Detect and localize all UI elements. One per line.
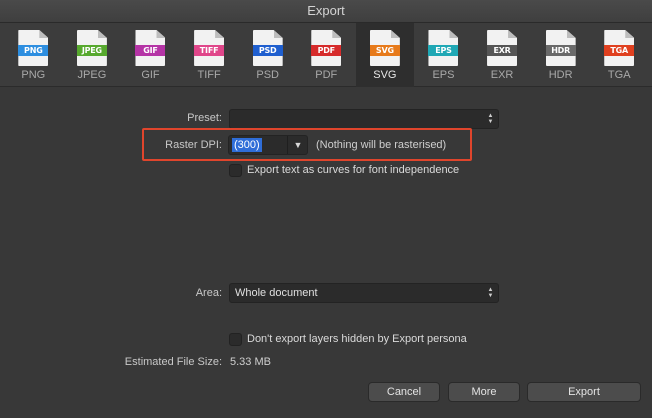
file-png-icon: PNG xyxy=(18,30,49,66)
updown-arrows-icon: ▲ ▼ xyxy=(487,287,494,299)
file-tga-icon: TGA xyxy=(604,30,635,66)
export-dialog: Export PNG PNG JPEG JPEG GIF GIF TIFF TIFF PSD PS… xyxy=(0,0,652,418)
preset-label: Preset: xyxy=(187,112,222,124)
format-tab-label: PSD xyxy=(256,69,279,81)
format-tab-svg[interactable]: SVG SVG xyxy=(355,23,415,87)
format-tab-gif[interactable]: GIF GIF xyxy=(121,23,180,87)
format-badge: TGA xyxy=(604,45,635,56)
file-hdr-icon: HDR xyxy=(545,30,576,66)
cancel-button[interactable]: Cancel xyxy=(368,382,440,402)
hidden-layers-checkbox[interactable] xyxy=(229,333,242,346)
file-gif-icon: GIF xyxy=(135,30,166,66)
file-eps-icon: EPS xyxy=(428,30,459,66)
format-tab-bar: PNG PNG JPEG JPEG GIF GIF TIFF TIFF PSD PSD PDF PDF… xyxy=(0,23,652,87)
file-svg-icon: SVG xyxy=(369,30,400,66)
hidden-layers-checkbox-label[interactable]: Don't export layers hidden by Export per… xyxy=(247,333,467,345)
format-tab-eps[interactable]: EPS EPS xyxy=(414,23,473,87)
format-tab-label: EXR xyxy=(490,69,514,81)
highlight-annotation xyxy=(142,128,472,161)
format-tab-label: PDF xyxy=(315,69,338,81)
area-value: Whole document xyxy=(235,287,318,299)
file-size-label: Estimated File Size: xyxy=(124,356,222,368)
format-tab-label: JPEG xyxy=(77,69,107,81)
format-badge: EXR xyxy=(487,45,518,56)
format-tab-jpeg[interactable]: JPEG JPEG xyxy=(63,23,122,87)
format-tab-tga[interactable]: TGA TGA xyxy=(590,23,649,87)
format-tab-label: HDR xyxy=(548,69,573,81)
window-title: Export xyxy=(0,0,652,23)
format-badge: PNG xyxy=(18,45,49,56)
format-tab-psd[interactable]: PSD PSD xyxy=(238,23,297,87)
format-tab-label: PNG xyxy=(21,69,46,81)
format-badge: GIF xyxy=(135,45,166,56)
format-tab-png[interactable]: PNG PNG xyxy=(4,23,63,87)
format-tab-label: GIF xyxy=(141,69,160,81)
area-label: Area: xyxy=(195,287,222,299)
format-tab-tiff[interactable]: TIFF TIFF xyxy=(180,23,239,87)
format-badge: SVG xyxy=(369,45,400,56)
format-tab-hdr[interactable]: HDR HDR xyxy=(531,23,590,87)
file-jpeg-icon: JPEG xyxy=(76,30,107,66)
file-exr-icon: EXR xyxy=(487,30,518,66)
format-badge: TIFF xyxy=(194,45,225,56)
format-badge: PSD xyxy=(252,45,283,56)
curves-checkbox[interactable] xyxy=(229,164,242,177)
format-tab-label: TIFF xyxy=(197,69,221,81)
format-badge: JPEG xyxy=(76,45,107,56)
curves-checkbox-label[interactable]: Export text as curves for font independe… xyxy=(247,164,459,176)
format-badge: EPS xyxy=(428,45,459,56)
format-tab-label: TGA xyxy=(607,69,631,81)
format-tab-exr[interactable]: EXR EXR xyxy=(473,23,532,87)
format-tab-label: SVG xyxy=(373,69,397,81)
file-psd-icon: PSD xyxy=(252,30,283,66)
file-tiff-icon: TIFF xyxy=(194,30,225,66)
area-select[interactable]: Whole document ▲ ▼ xyxy=(229,283,499,303)
updown-arrows-icon: ▲ ▼ xyxy=(487,113,494,125)
file-pdf-icon: PDF xyxy=(311,30,342,66)
format-tab-pdf[interactable]: PDF PDF xyxy=(297,23,356,87)
format-badge: PDF xyxy=(311,45,342,56)
more-button[interactable]: More xyxy=(448,382,520,402)
format-badge: HDR xyxy=(545,45,576,56)
file-size-value: 5.33 MB xyxy=(230,356,271,368)
export-button[interactable]: Export xyxy=(527,382,641,402)
preset-select[interactable]: ▲ ▼ xyxy=(229,109,499,129)
format-tab-label: EPS xyxy=(432,69,455,81)
